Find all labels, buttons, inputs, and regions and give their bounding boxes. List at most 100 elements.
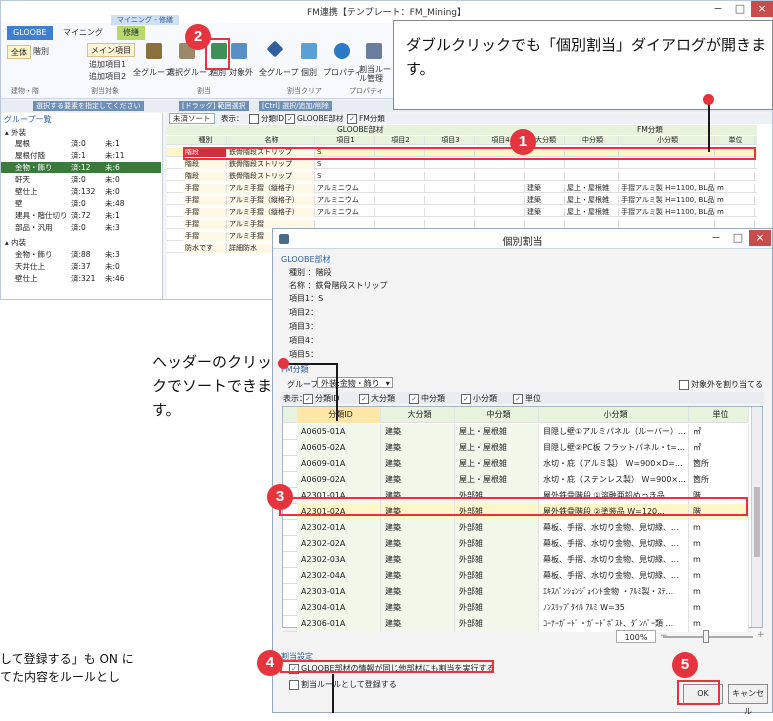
tree-item[interactable]: 部品・汎用 済:0 未:3 (1, 222, 161, 233)
unassigned-sort-button[interactable]: 未済ソート (169, 113, 215, 124)
fm-grid-row[interactable]: A2302-01A 建築 外部雑 幕板、手摺、水切り金物、見切縁、... m (283, 520, 749, 536)
tab-repair[interactable]: 修繕 (117, 26, 145, 40)
clear-all-group-button[interactable]: 全グループ (259, 67, 299, 78)
rule-manage-button[interactable]: 割当ルール管理 (359, 65, 391, 83)
group-dropdown[interactable]: 外装:金物・飾り ▾ (317, 377, 393, 388)
fm-grid-cell: m (689, 600, 749, 616)
display-checkbox[interactable]: ✓ 大分類 (359, 393, 395, 404)
zoom-in-icon[interactable]: + (757, 630, 765, 640)
fm-grid-cell: A0609-02A (297, 472, 381, 488)
tree-item[interactable]: 金物・飾り 済:12 未:6 (1, 162, 161, 173)
tree-item[interactable]: 壁仕上 済:132 未:0 (1, 186, 161, 197)
group-label-property: プロパティ (349, 87, 384, 95)
group-tree-panel: グループ一覧 ▴ 外装 屋根 済:0 未:1 屋根付随 済:1 未:11 金物・… (1, 113, 163, 299)
zoom-slider-thumb[interactable] (703, 630, 709, 643)
dialog-minimize-button[interactable]: − (705, 230, 727, 246)
tree-item[interactable]: 壁 済:0 未:48 (1, 198, 161, 209)
dialog-maximize-button[interactable]: □ (727, 230, 749, 246)
fm-grid-header-cell[interactable]: 単位 (689, 407, 749, 423)
add-item2-button[interactable]: 追加項目2 (89, 71, 126, 82)
register-rule-checkbox[interactable]: 割当ルールとして登録する (289, 679, 397, 690)
tree-item[interactable]: 建具・階仕切り 済:72 未:1 (1, 210, 161, 221)
zoom-out-icon[interactable]: − (660, 631, 668, 641)
tree-item[interactable]: 屋根 済:0 未:1 (1, 138, 161, 149)
main-item-button[interactable]: メイン項目 (87, 43, 135, 57)
minimize-button[interactable]: − (707, 1, 729, 17)
tab-mining[interactable]: マイニング (57, 26, 109, 40)
vertical-scrollbar[interactable] (751, 407, 762, 627)
grid-cell: 階段 (183, 172, 227, 181)
grid-row[interactable]: 手摺 アルミ手摺（縦格子） アルミニウム 建築 屋上・屋根雑 手摺アルミ製 H=1100,… (167, 208, 757, 217)
cancel-button[interactable]: キャンセル (728, 684, 768, 716)
display-checkbox[interactable]: ✓ 小分類 (461, 393, 497, 404)
dialog-close-button[interactable]: × (749, 230, 771, 246)
display-checkbox[interactable]: ✓ 単位 (513, 393, 541, 404)
scope-type-label[interactable]: 階別 (33, 46, 49, 57)
fm-grid-row[interactable]: A0609-01A 建築 屋上・屋根雑 水切・庇（アルミ製） W=900×D=... 箇… (283, 456, 749, 472)
grid-header-cell[interactable]: 項目1 (315, 136, 375, 145)
grid-header-cell[interactable]: 名称 (227, 136, 315, 145)
grid-cell (375, 196, 425, 205)
close-button[interactable]: × (751, 1, 773, 17)
tree-item[interactable]: 屋根付随 済:1 未:11 (1, 150, 161, 161)
fm-grid-header-cell[interactable]: 小分類 (539, 407, 689, 423)
tree-item[interactable]: 壁仕上 済:321 未:46 (1, 273, 161, 284)
clear-individual-button[interactable]: 個別 (301, 67, 317, 78)
add-item1-button[interactable]: 追加項目1 (89, 59, 126, 70)
tree-item-done: 済:72 (71, 211, 91, 220)
fm-grid-header-cell[interactable]: 分類ID (297, 407, 381, 423)
display-checkbox[interactable]: ✓ 分類ID (303, 393, 340, 404)
tree-category-exterior[interactable]: ▴ 外装 (5, 127, 165, 138)
register-rule-label: 割当ルールとして登録する (301, 680, 397, 689)
fm-grid-row[interactable]: A0605-01A 建築 屋上・屋根雑 目隠し壁①アルミパネル（ルーバー）... ㎡ (283, 424, 749, 440)
maximize-button[interactable]: □ (729, 1, 751, 17)
hint-select: 選択する要素を指定してください (33, 101, 144, 111)
grid-header-cell[interactable]: 種別 (183, 136, 227, 145)
fm-grid-header-cell[interactable]: 中分類 (455, 407, 539, 423)
tree-item[interactable]: 軒天 済:0 未:0 (1, 174, 161, 185)
grid-cell (475, 208, 525, 217)
fm-grid-cell: A2306-01A (297, 616, 381, 632)
tree-category-interior[interactable]: ▴ 内装 (5, 237, 165, 248)
tab-gloobe[interactable]: GLOOBE (7, 26, 53, 40)
grid-row[interactable]: 階段 鉄骨階段ストリップ S (167, 160, 757, 169)
assign-excluded-checkbox[interactable]: 対象外を割り当てる (679, 379, 763, 390)
highlight-ok-button (677, 680, 720, 705)
fm-grid-row[interactable]: A2304-01A 建築 外部雑 ﾉﾝｽﾘｯﾌﾟﾀｲﾙ ｱﾙﾐ W=35 m (283, 600, 749, 616)
property-button[interactable]: プロパティ (323, 67, 363, 78)
grid-header-cell[interactable]: 項目3 (425, 136, 475, 145)
chk-class-id[interactable]: 分類ID (249, 113, 284, 124)
zoom-value[interactable]: 100% (616, 630, 656, 643)
fm-grid-cell: 建築 (381, 520, 455, 536)
grid-row[interactable]: 階段 鉄骨階段ストリップ S (167, 172, 757, 181)
fm-grid-cell: A0609-01A (297, 456, 381, 472)
hint-ctrl: [Ctrl] 選択/追加/削除 (259, 101, 332, 111)
fm-grid-row[interactable]: A2302-02A 建築 外部雑 幕板、手摺、水切り金物、見切縁、... m (283, 536, 749, 552)
scrollbar-thumb[interactable] (754, 487, 760, 557)
fm-grid-row[interactable]: A2302-03A 建築 外部雑 幕板、手摺、水切り金物、見切縁、... m (283, 552, 749, 568)
scope-all-button[interactable]: 全体 (7, 45, 31, 59)
fm-grid-row[interactable]: A2303-01A 建築 外部雑 ｴｷｽﾊﾟﾝｼｮﾝｼﾞｮｲﾝﾄ金物 ・ｱﾙﾐ製・ｽﾃ… (283, 584, 749, 600)
fm-grid-row[interactable]: A0609-02A 建築 屋上・屋根雑 水切・庇（ステンレス製） W=900×... 箇… (283, 472, 749, 488)
grid-row[interactable]: 手摺 アルミ手摺（縦格子） アルミニウム 建築 屋上・屋根雑 手摺アルミ製 H=1100,… (167, 184, 757, 193)
grid-cell: 防水です (183, 244, 227, 253)
tree-item[interactable]: 天井仕上 済:37 未:0 (1, 261, 161, 272)
chk-gloobe[interactable]: ✓ GLOOBE部材 (285, 113, 343, 124)
grid-header-cell[interactable]: 中分類 (565, 136, 619, 145)
display-checkbox[interactable]: ✓ 中分類 (409, 393, 445, 404)
fm-grid-row[interactable]: A2302-04A 建築 外部雑 幕板、手摺、水切り金物、見切縁、... m (283, 568, 749, 584)
fm-grid-row[interactable]: A0605-02A 建築 屋上・屋根雑 目隠し壁②PC板 フラットパネル・t=5...… (283, 440, 749, 456)
grid-header-row: 種別 名称 項目1 項目2 項目3 項目4 大分類 中分類 小分類 単位 (167, 136, 757, 145)
grid-cell (565, 160, 619, 169)
grid-row[interactable]: 手摺 アルミ手摺（縦格子） アルミニウム 建築 屋上・屋根雑 手摺アルミ製 H=1100,… (167, 196, 757, 205)
grid-header-cell[interactable]: 単位 (715, 136, 755, 145)
grid-header-cell[interactable]: 項目2 (375, 136, 425, 145)
fm-grid-row[interactable]: A2306-01A 建築 外部雑 ｺｰﾅｰｶﾞｰﾄﾞ・ｶﾞｰﾄﾞﾎﾟｽﾄ、ﾀﾞﾝﾊﾟｰ… (283, 616, 749, 632)
grid-header-cell[interactable]: 小分類 (619, 136, 715, 145)
fm-grid-cell: 建築 (381, 616, 455, 632)
excluded-button[interactable]: 対象外 (229, 67, 253, 78)
tree-item-name: 部品・汎用 (15, 223, 53, 232)
chk-fm[interactable]: ✓ FM分類 (347, 113, 385, 124)
tree-item[interactable]: 金物・飾り 済:88 未:3 (1, 249, 161, 260)
fm-grid-header-cell[interactable]: 大分類 (381, 407, 455, 423)
